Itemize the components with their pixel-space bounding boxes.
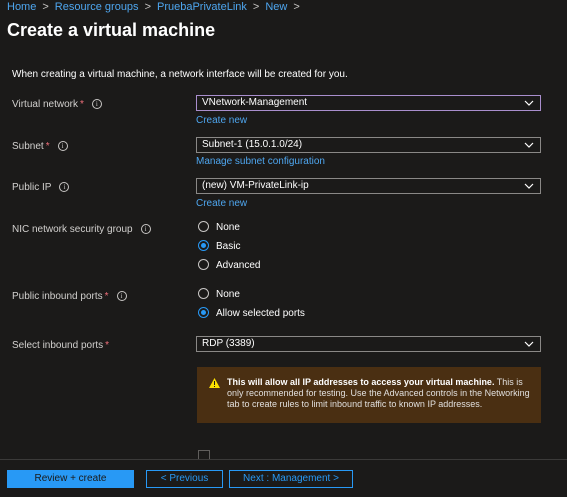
next-management-button[interactable]: Next : Management >	[229, 470, 353, 488]
public-ip-select[interactable]: (new) VM-PrivateLink-ip	[196, 178, 541, 194]
required-marker: *	[45, 141, 50, 152]
warning-message: This will allow all IP addresses to acce…	[197, 367, 541, 423]
info-icon[interactable]: i	[140, 224, 151, 235]
chevron-right-icon: >	[293, 1, 300, 13]
breadcrumb-new[interactable]: New	[265, 1, 287, 13]
inbound-radio-none[interactable]	[198, 288, 209, 299]
review-create-button[interactable]: Review + create	[7, 470, 134, 488]
virtual-network-create-new-link[interactable]: Create new	[196, 115, 247, 126]
chevron-right-icon: >	[42, 1, 49, 13]
public-inbound-label: Public inbound ports * i	[12, 291, 127, 302]
select-inbound-label: Select inbound ports *	[12, 340, 110, 351]
warning-icon	[209, 378, 220, 388]
chevron-down-icon	[524, 100, 534, 106]
info-icon[interactable]: i	[57, 141, 68, 152]
subnet-label: Subnet * i	[12, 141, 68, 152]
nsg-radio-advanced[interactable]	[198, 259, 209, 270]
chevron-right-icon: >	[252, 1, 260, 13]
nsg-radio-basic[interactable]	[198, 240, 209, 251]
warning-bold-text: This will allow all IP addresses to acce…	[227, 377, 495, 387]
breadcrumb-resource-groups[interactable]: Resource groups	[55, 1, 139, 13]
required-marker: *	[104, 291, 109, 302]
breadcrumb-resource-group[interactable]: PruebaPrivateLink	[157, 1, 247, 13]
info-icon[interactable]: i	[59, 182, 70, 193]
nsg-radio-none[interactable]	[198, 221, 209, 232]
chevron-down-icon	[524, 341, 534, 347]
breadcrumb-home[interactable]: Home	[7, 1, 36, 13]
public-ip-create-new-link[interactable]: Create new	[196, 198, 247, 209]
inbound-radio-allow-selected-label: Allow selected ports	[216, 308, 305, 319]
nsg-radio-basic-label: Basic	[216, 241, 241, 252]
info-icon[interactable]: i	[91, 99, 102, 110]
nsg-radio-advanced-label: Advanced	[216, 260, 261, 271]
virtual-network-select[interactable]: VNetwork-Management	[196, 95, 541, 111]
inbound-radio-allow-selected[interactable]	[198, 307, 209, 318]
chevron-down-icon	[524, 183, 534, 189]
breadcrumb: Home > Resource groups > PruebaPrivateLink > N…	[7, 1, 306, 13]
previous-button[interactable]: < Previous	[146, 470, 223, 488]
intro-text: When creating a virtual machine, a netwo…	[12, 69, 348, 80]
nsg-radio-none-label: None	[216, 222, 240, 233]
required-marker: *	[105, 340, 110, 351]
subnet-select[interactable]: Subnet-1 (15.0.1.0/24)	[196, 137, 541, 153]
info-icon[interactable]: i	[116, 291, 127, 302]
chevron-right-icon: >	[144, 1, 151, 13]
checkbox[interactable]	[198, 450, 210, 459]
public-ip-label: Public IP i	[12, 182, 70, 193]
nic-nsg-label: NIC network security group i	[12, 224, 151, 235]
select-inbound-ports-select[interactable]: RDP (3389)	[196, 336, 541, 352]
manage-subnet-link[interactable]: Manage subnet configuration	[196, 156, 325, 167]
virtual-network-label: Virtual network * i	[12, 99, 102, 110]
required-marker: *	[79, 99, 84, 110]
page-title: Create a virtual machine	[7, 20, 216, 40]
inbound-radio-none-label: None	[216, 289, 240, 300]
chevron-down-icon	[524, 142, 534, 148]
